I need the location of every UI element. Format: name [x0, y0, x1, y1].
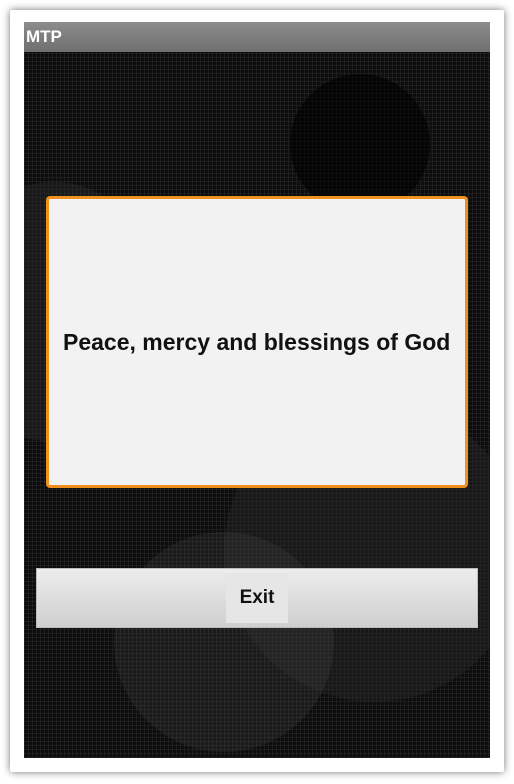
- app-title: MTP: [26, 27, 62, 46]
- message-text: Peace, mercy and blessings of God: [63, 329, 451, 355]
- message-card: Peace, mercy and blessings of God: [46, 196, 468, 488]
- app-screen: MTP Peace, mercy and blessings of God Ex…: [24, 22, 490, 758]
- background-shape: [114, 532, 334, 752]
- exit-button[interactable]: Exit: [36, 568, 478, 628]
- exit-button-label: Exit: [225, 573, 289, 623]
- background-shape: [290, 74, 430, 214]
- screenshot-frame: MTP Peace, mercy and blessings of God Ex…: [10, 10, 504, 772]
- title-bar: MTP: [24, 22, 490, 52]
